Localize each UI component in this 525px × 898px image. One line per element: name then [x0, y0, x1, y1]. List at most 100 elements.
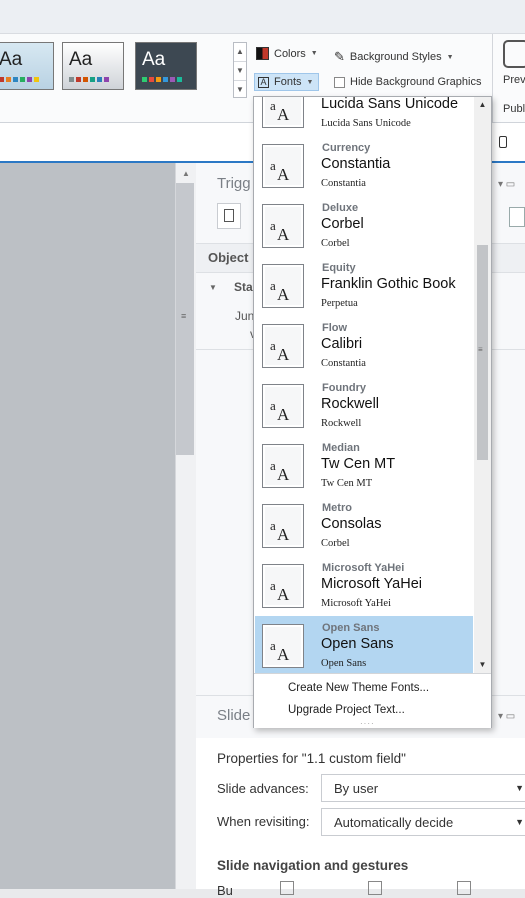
fonts-icon: A [258, 76, 269, 88]
heading-font-name: Open Sans [321, 636, 394, 652]
grip-icon: ≡ [181, 311, 187, 321]
publish-label[interactable]: Publi [503, 103, 525, 115]
font-theme-item[interactable]: Aa Flow Calibri Constantia [255, 316, 473, 376]
heading-font-name: Rockwell [321, 396, 380, 412]
panel-options-icon[interactable]: ▾ ▭ [498, 711, 515, 722]
font-theme-item[interactable]: Aa Equity Franklin Gothic Book Perpetua [255, 256, 473, 316]
body-font-name: Constantia [321, 358, 366, 369]
dropdown-scroll-thumb[interactable]: ≡ [477, 245, 488, 460]
scroll-up-icon[interactable]: ▲ [182, 169, 190, 178]
font-theme-name: Flow [322, 322, 348, 334]
fonts-dropdown: Aa Lucida Sans Unicode Lucida Sans Unicode… [253, 96, 492, 728]
device-icon[interactable] [499, 136, 507, 148]
checkbox-icon[interactable] [457, 881, 471, 895]
slide-advances-select[interactable]: By user ▼ [321, 774, 525, 802]
chevron-down-icon: ▼ [306, 78, 314, 86]
font-theme-item[interactable]: Aa Deluxe Corbel Corbel [255, 196, 473, 256]
font-preview-icon: Aa [262, 264, 304, 308]
gallery-more-icon[interactable]: ▼ [234, 81, 246, 99]
preview-icon[interactable] [503, 40, 525, 68]
font-theme-name: Open Sans [322, 622, 380, 634]
checkbox-icon[interactable] [280, 881, 294, 895]
body-font-name: Corbel [321, 238, 350, 249]
font-theme-item[interactable]: Aa Microsoft YaHei Microsoft YaHei Microsof… [255, 556, 473, 616]
triggers-panel-title: Trigg [217, 175, 251, 192]
slide-properties: Properties for "1.1 custom field" Slide … [196, 738, 525, 898]
checkbox-icon[interactable] [368, 881, 382, 895]
properties-title: Properties for "1.1 custom field" [217, 751, 406, 766]
body-font-name: Perpetua [321, 298, 358, 309]
font-preview-icon: Aa [262, 624, 304, 668]
font-preview-icon: Aa [262, 324, 304, 368]
font-theme-name: Microsoft YaHei [322, 562, 405, 574]
theme-thumbnail-3[interactable]: Aa [135, 42, 197, 90]
hide-background-graphics-checkbox[interactable]: Hide Background Graphics [334, 76, 481, 88]
theme-thumbnail-2[interactable]: Aa [62, 42, 124, 90]
object-label: Object [208, 250, 249, 265]
heading-font-name: Tw Cen MT [321, 456, 396, 472]
checkbox-icon [334, 76, 345, 88]
create-new-theme-fonts-link[interactable]: Create New Theme Fonts... [288, 682, 429, 694]
gallery-up-icon[interactable]: ▲ [234, 43, 246, 62]
upgrade-project-text-link[interactable]: Upgrade Project Text... [288, 704, 405, 716]
font-theme-name: Deluxe [322, 202, 359, 214]
new-trigger-button[interactable] [217, 203, 241, 229]
font-theme-item[interactable]: Aa Metro Consolas Corbel [255, 496, 473, 556]
theme-thumbnail-1[interactable]: Aa [0, 42, 54, 90]
resize-grip-icon[interactable]: ···· [360, 719, 375, 728]
heading-font-name: Franklin Gothic Book [321, 276, 456, 292]
gallery-down-icon[interactable]: ▼ [234, 62, 246, 81]
ribbon-divider [492, 34, 493, 122]
heading-font-name: Microsoft YaHei [321, 576, 422, 592]
delete-trigger-button[interactable] [509, 207, 525, 227]
font-theme-item[interactable]: Aa Lucida Sans Unicode Lucida Sans Unicode [255, 97, 473, 136]
scroll-up-icon[interactable]: ▲ [474, 97, 491, 113]
panel-options-icon[interactable]: ▾ ▭ [498, 179, 515, 190]
collapse-icon[interactable]: ▼ [209, 283, 217, 292]
body-font-name: Open Sans [321, 658, 367, 669]
scroll-down-icon[interactable]: ▼ [474, 657, 491, 673]
when-revisiting-select[interactable]: Automatically decide ▼ [321, 808, 525, 836]
theme-thumbnail-label: Aa [142, 49, 166, 70]
page-icon [224, 209, 234, 222]
background-styles-button[interactable]: ✎ Background Styles ▼ [334, 49, 454, 65]
fonts-button[interactable]: A Fonts ▼ [254, 73, 320, 91]
slide-advances-value: By user [334, 781, 379, 796]
font-theme-list: Aa Lucida Sans Unicode Lucida Sans Unicode… [254, 97, 473, 673]
heading-font-name: Lucida Sans Unicode [321, 97, 459, 112]
background-styles-icon: ✎ [334, 49, 345, 64]
font-preview-icon: Aa [262, 384, 304, 428]
navigation-title: Slide navigation and gestures [217, 858, 409, 873]
title-bar [0, 0, 525, 34]
font-theme-item[interactable]: Aa Open Sans Open Sans Open Sans [255, 616, 473, 673]
body-font-name: Microsoft YaHei [321, 598, 391, 609]
font-theme-item[interactable]: Aa Foundry Rockwell Rockwell [255, 376, 473, 436]
font-theme-name: Currency [322, 142, 371, 154]
body-font-name: Rockwell [321, 418, 362, 429]
theme-thumbnail-label: Aa [0, 49, 23, 70]
font-preview-icon: Aa [262, 504, 304, 548]
body-font-name: Tw Cen MT [321, 478, 373, 489]
theme-thumbnail-label: Aa [69, 49, 93, 70]
body-font-name: Constantia [321, 178, 366, 189]
slide-panel-title: Slide [217, 707, 251, 724]
when-revisiting-value: Automatically decide [334, 815, 454, 830]
preview-label[interactable]: Previ [503, 74, 525, 86]
navigation-option-label: Bu [217, 883, 233, 898]
chevron-down-icon: ▼ [515, 817, 524, 827]
font-theme-name: Median [322, 442, 360, 454]
theme-gallery-scroll[interactable]: ▲ ▼ ▼ [233, 42, 247, 98]
state-label: Sta [234, 280, 253, 294]
background-styles-label: Background Styles [349, 51, 442, 63]
font-theme-name: Metro [322, 502, 352, 514]
slide-advances-label: Slide advances: [217, 781, 309, 796]
font-preview-icon: Aa [262, 97, 304, 128]
font-theme-item[interactable]: Aa Median Tw Cen MT Tw Cen MT [255, 436, 473, 496]
font-theme-item[interactable]: Aa Currency Constantia Constantia [255, 136, 473, 196]
colors-button[interactable]: Colors ▼ [256, 47, 318, 60]
splitter-scroll-thumb[interactable]: ≡ [176, 183, 194, 455]
font-theme-name: Foundry [322, 382, 366, 394]
dropdown-scrollbar[interactable]: ▲ ≡ ▼ [474, 97, 491, 673]
grip-icon: ≡ [478, 345, 483, 354]
heading-font-name: Consolas [321, 516, 382, 532]
